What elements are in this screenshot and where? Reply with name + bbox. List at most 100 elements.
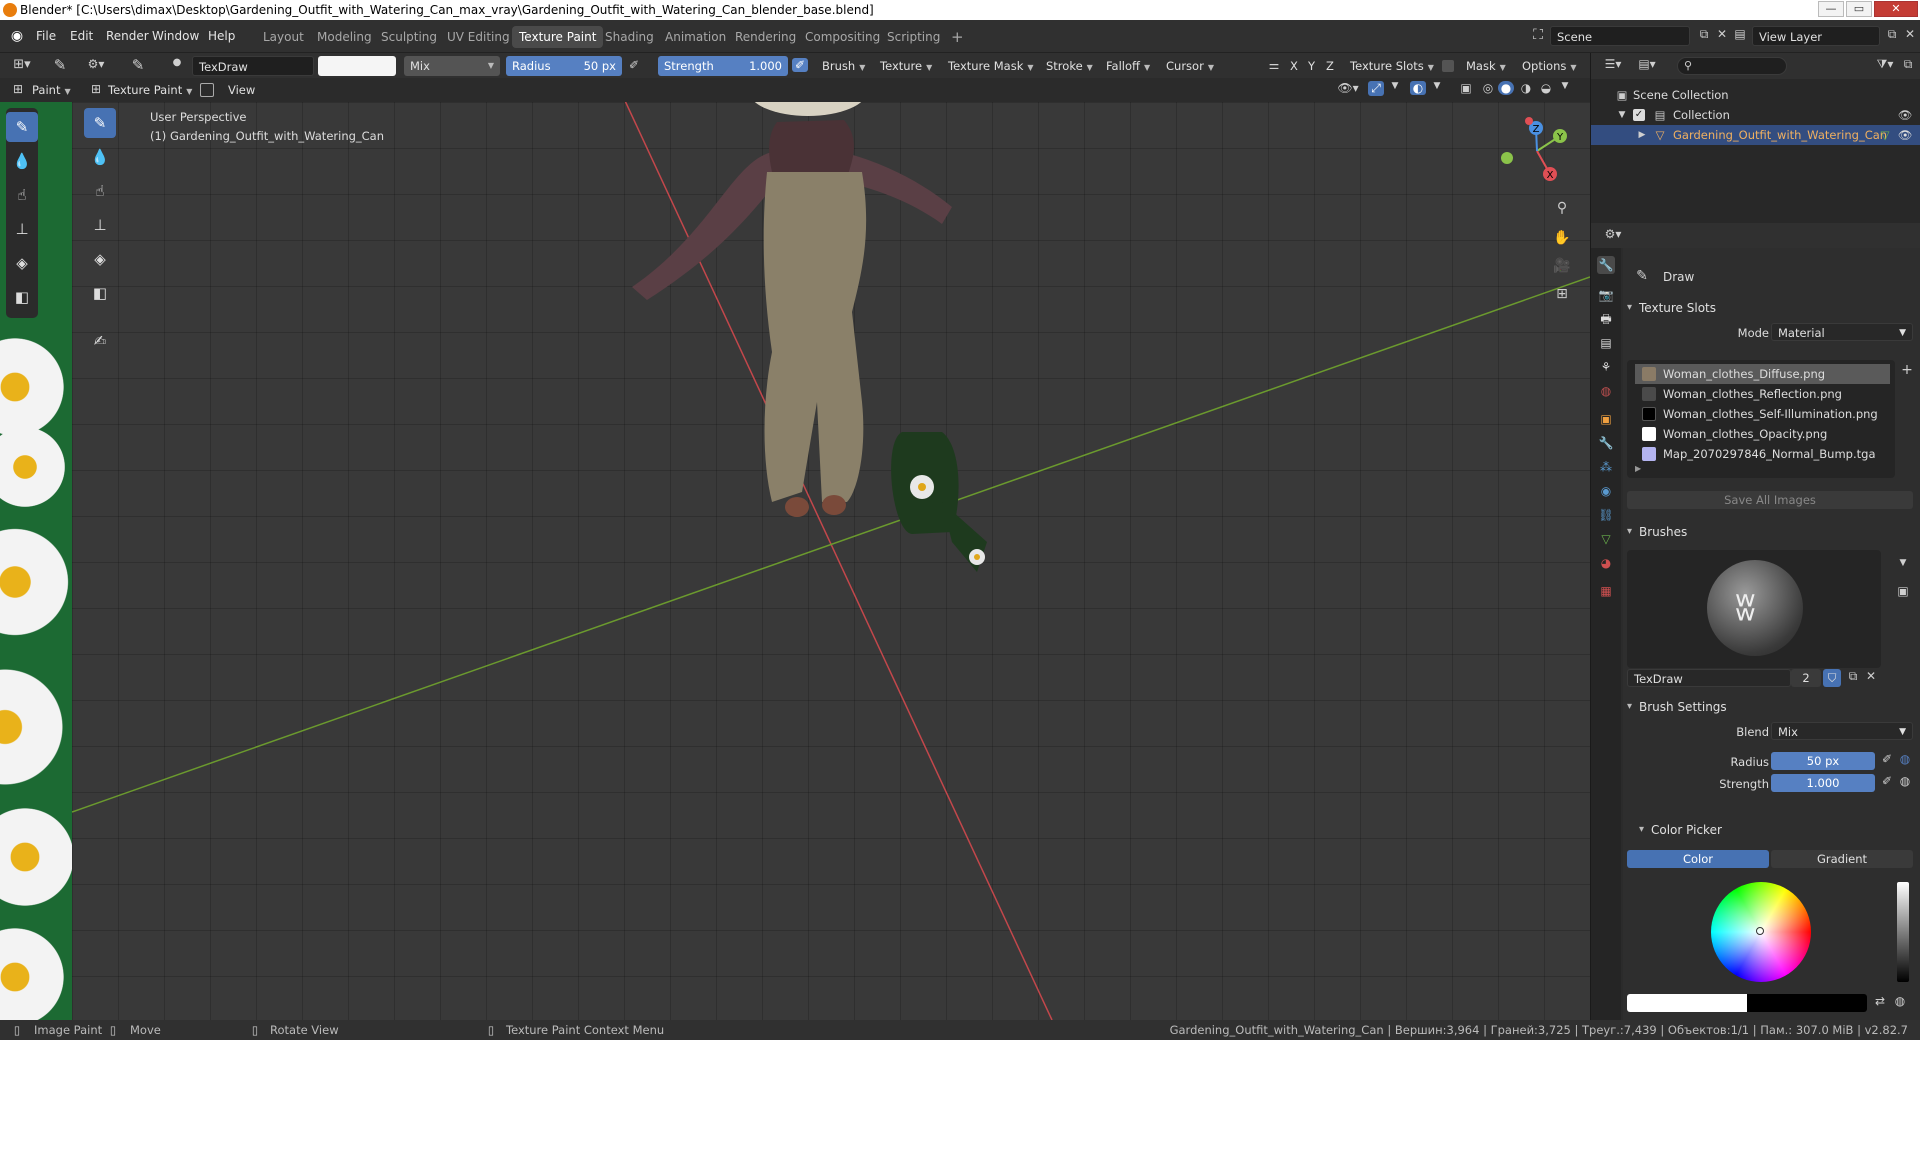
perspective-toggle-icon[interactable]: ⊞: [1548, 280, 1576, 308]
gradient-tab[interactable]: Gradient: [1771, 850, 1913, 868]
rendered-shading-icon[interactable]: ◒: [1538, 81, 1554, 95]
blender-menu-icon[interactable]: ◉: [8, 28, 26, 46]
tab-compositing[interactable]: Compositing: [798, 26, 887, 48]
maximize-button[interactable]: ▭: [1846, 1, 1872, 17]
xray-toggle-icon[interactable]: ▣: [1458, 81, 1474, 95]
options-dropdown[interactable]: Options ▼: [1516, 56, 1583, 76]
solid-shading-icon[interactable]: ●: [1498, 81, 1514, 95]
radius-pressure-icon[interactable]: ✐: [626, 58, 642, 72]
wireframe-shading-icon[interactable]: ◎: [1480, 81, 1496, 95]
radius-field[interactable]: 50 px: [1771, 752, 1875, 770]
visibility-icon[interactable]: 👁▾: [1334, 81, 1362, 95]
brush-list-dropdown-icon[interactable]: ▼: [1895, 558, 1911, 568]
color-wheel[interactable]: [1711, 882, 1811, 982]
tab-texture-paint[interactable]: Texture Paint: [512, 26, 604, 48]
outliner-editor-type-icon[interactable]: ☰▾: [1599, 57, 1627, 71]
collapse-chevron-icon[interactable]: ▼: [1617, 105, 1627, 125]
mesh-data-icon[interactable]: ▽: [1877, 125, 1893, 145]
blend-mode-dropdown[interactable]: Mix ▼: [404, 56, 500, 76]
mirror-y-toggle[interactable]: Y: [1304, 56, 1319, 76]
view-menu[interactable]: View: [222, 80, 261, 100]
brush-preview-area[interactable]: ʬ: [1627, 550, 1881, 668]
brush-settings-panel-header[interactable]: Brush Settings: [1623, 695, 1920, 719]
menu-edit[interactable]: Edit: [64, 26, 99, 46]
texture-slot-item[interactable]: Map_2070297846_Normal_Bump.tga: [1635, 444, 1890, 464]
texture-slot-item[interactable]: Woman_clothes_Opacity.png: [1635, 424, 1890, 444]
strength-unified-icon[interactable]: ◍: [1897, 774, 1913, 788]
tab-rendering[interactable]: Rendering: [728, 26, 803, 48]
tab-uv-editing[interactable]: UV Editing: [440, 26, 517, 48]
radius-pressure-icon[interactable]: ✐: [1879, 752, 1895, 766]
material-tab-icon[interactable]: ◕: [1597, 554, 1615, 572]
shading-dropdown-icon[interactable]: ▼: [1558, 81, 1572, 91]
new-scene-icon[interactable]: ⧉: [1696, 27, 1712, 42]
menu-file[interactable]: File: [30, 26, 62, 46]
menu-help[interactable]: Help: [202, 26, 241, 46]
scene-selector[interactable]: Scene: [1550, 26, 1690, 46]
strength-pressure-icon[interactable]: ✐: [792, 58, 808, 72]
clone-tool-icon[interactable]: ⊥: [6, 214, 38, 244]
tab-scripting[interactable]: Scripting: [880, 26, 947, 48]
world-tab-icon[interactable]: ◍: [1597, 382, 1615, 400]
object-visibility-icon[interactable]: 👁: [1897, 125, 1913, 145]
physics-tab-icon[interactable]: ◉: [1597, 482, 1615, 500]
annotate-tool-icon[interactable]: ✍: [84, 326, 116, 356]
list-expand-icon[interactable]: ▶: [1635, 464, 1641, 473]
mask-checkbox[interactable]: [1442, 60, 1454, 72]
viewport-soften-tool-icon[interactable]: 💧: [84, 142, 116, 172]
particles-tab-icon[interactable]: ⁂: [1597, 458, 1615, 476]
delete-scene-icon[interactable]: ✕: [1714, 27, 1730, 41]
texture-slots-dropdown[interactable]: Texture Slots ▼: [1344, 56, 1440, 76]
render-tab-icon[interactable]: 📷: [1597, 286, 1615, 304]
tool-properties-tab-icon[interactable]: 🔧: [1597, 256, 1615, 274]
new-view-layer-icon[interactable]: ⧉: [1884, 27, 1900, 42]
save-all-images-button[interactable]: Save All Images: [1627, 491, 1913, 509]
menu-texture[interactable]: Texture ▼: [874, 56, 938, 76]
texture-slot-item[interactable]: Woman_clothes_Reflection.png: [1635, 384, 1890, 404]
texture-tab-icon[interactable]: ▦: [1597, 582, 1615, 600]
blend-dropdown[interactable]: Mix ▼: [1771, 722, 1913, 740]
display-mode-icon[interactable]: ▤▾: [1633, 57, 1661, 71]
radius-unified-icon[interactable]: ◍: [1897, 752, 1913, 766]
color-wheel-cursor[interactable]: [1756, 927, 1764, 935]
duplicate-brush-icon[interactable]: ⧉: [1845, 669, 1861, 684]
properties-editor-type-icon[interactable]: ⚙▾: [1599, 227, 1627, 241]
mirror-x-toggle[interactable]: X: [1286, 56, 1302, 76]
expand-chevron-icon[interactable]: ▶: [1637, 125, 1647, 145]
mesh-data-tab-icon[interactable]: ▽: [1597, 530, 1615, 548]
overlays-toggle-icon[interactable]: ◐: [1410, 81, 1426, 95]
value-slider[interactable]: [1897, 882, 1909, 982]
strength-slider[interactable]: Strength 1.000: [658, 56, 788, 76]
tab-layout[interactable]: Layout: [256, 26, 311, 48]
object-tab-icon[interactable]: ▣: [1597, 410, 1615, 428]
3d-viewport[interactable]: User Perspective (1) Gardening_Outfit_wi…: [72, 102, 1590, 1020]
menu-stroke[interactable]: Stroke ▼: [1040, 56, 1099, 76]
overlays-dropdown-icon[interactable]: ▼: [1430, 81, 1444, 91]
scene-tab-icon[interactable]: ⚘: [1597, 358, 1615, 376]
outliner-row-scene-collection[interactable]: ▣ Scene Collection: [1591, 85, 1920, 105]
soften-tool-icon[interactable]: 💧: [6, 146, 38, 176]
smear-tool-icon[interactable]: ☝: [6, 180, 38, 210]
radius-slider[interactable]: Radius 50 px: [506, 56, 622, 76]
menu-falloff[interactable]: Falloff ▼: [1100, 56, 1156, 76]
color-unified-icon[interactable]: ◍: [1891, 994, 1909, 1008]
mask-tool-icon[interactable]: ◧: [6, 282, 38, 312]
tab-shading[interactable]: Shading: [598, 26, 661, 48]
viewport-mask-tool-icon[interactable]: ◧: [84, 278, 116, 308]
texture-slot-item[interactable]: Woman_clothes_Self-Illumination.png: [1635, 404, 1890, 424]
menu-brush[interactable]: Brush ▼: [816, 56, 871, 76]
mode-dropdown[interactable]: Material ▼: [1771, 323, 1913, 341]
constraints-tab-icon[interactable]: ⛓: [1597, 506, 1615, 524]
fill-tool-icon[interactable]: ◈: [6, 248, 38, 278]
color-tab[interactable]: Color: [1627, 850, 1769, 868]
menu-texture-mask[interactable]: Texture Mask ▼: [942, 56, 1040, 76]
camera-view-icon[interactable]: 🎥: [1548, 252, 1576, 280]
add-workspace-button[interactable]: +: [944, 26, 971, 48]
outliner-search-input[interactable]: ⚲: [1677, 57, 1787, 75]
filter-icon[interactable]: ⧩▾: [1871, 57, 1899, 72]
navigation-gizmo[interactable]: Y X Z: [1492, 116, 1582, 196]
brush-options-icon[interactable]: ⚙▾: [82, 57, 110, 71]
brush-color-swatch[interactable]: [318, 56, 396, 76]
add-slot-icon[interactable]: +: [1899, 362, 1915, 378]
view-layer-tab-icon[interactable]: ▤: [1597, 334, 1615, 352]
